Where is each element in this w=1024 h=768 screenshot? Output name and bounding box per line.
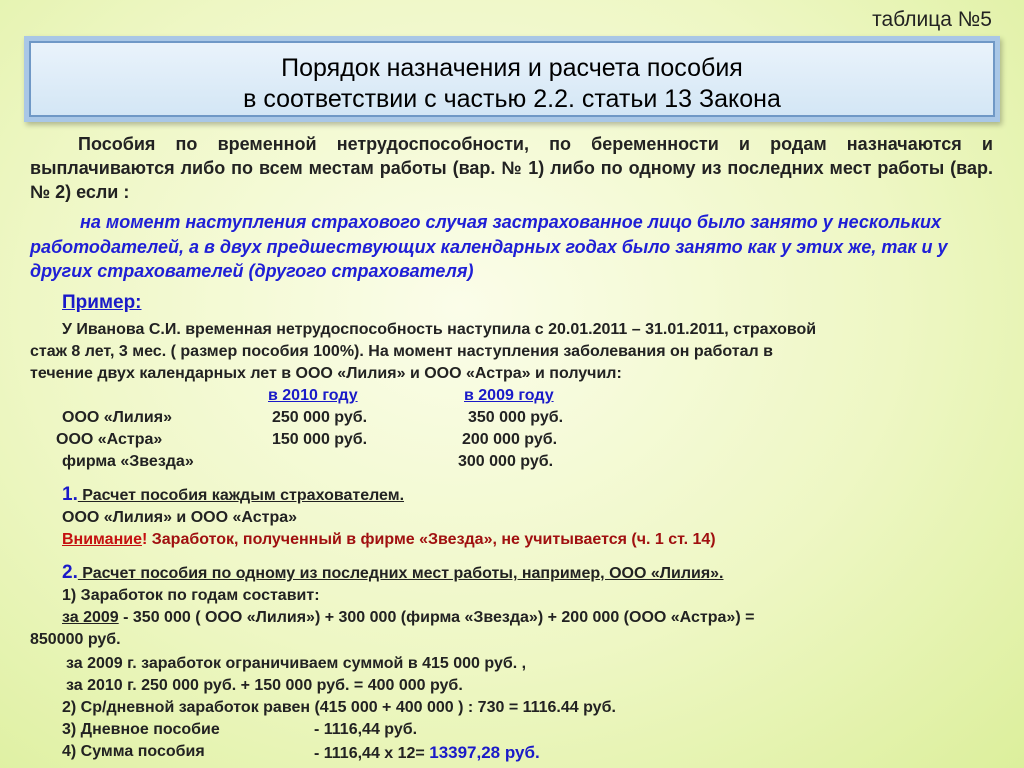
title-line-2: в соответствии с частью 2.2. статьи 13 З… [243, 85, 781, 113]
step1-heading: 1. Расчет пособия каждым страхователем. [62, 484, 404, 506]
condition-paragraph: на момент наступления страхового случая … [30, 210, 993, 284]
column-2010: в 2010 году [268, 387, 358, 404]
example-line-3: течение двух календарных лет в ООО «Лили… [30, 365, 622, 382]
intro-text: Пособия по временной нетрудоспособности,… [30, 134, 993, 202]
step2-line-8b: - 1116,44 х 12= [314, 745, 425, 762]
step2-heading: 2. Расчет пособия по одному из последних… [62, 562, 724, 584]
row-liliya-2010: 250 000 руб. [272, 409, 368, 426]
step2-line-2-text: - 350 000 ( ООО «Лилия») + 300 000 (фирм… [118, 609, 755, 626]
step2-number: 2. [62, 562, 78, 583]
example-heading: Пример: [62, 292, 142, 313]
attention-line: Внимание! Заработок, полученный в фирме … [62, 531, 716, 549]
row-astra-2009: 200 000 руб. [462, 431, 558, 448]
step1-heading-text: Расчет пособия каждым страхователем. [77, 487, 405, 504]
attention-word: Внимание [62, 531, 142, 548]
example-line-1: У Иванова С.И. временная нетрудоспособно… [62, 321, 817, 338]
intro-paragraph: Пособия по временной нетрудоспособности,… [30, 132, 993, 204]
example-line-2: стаж 8 лет, 3 мес. ( размер пособия 100%… [30, 343, 773, 360]
row-zvezda-2009: 300 000 руб. [458, 453, 554, 470]
step2-line-2-year: за 2009 [62, 609, 119, 626]
row-liliya-2009: 350 000 руб. [468, 409, 564, 426]
row-astra-2010: 150 000 руб. [272, 431, 368, 448]
step2-line-8a: 4) Сумма пособия [62, 743, 205, 760]
step1-number: 1. [62, 484, 78, 505]
step2-line-7b: - 1116,44 руб. [314, 721, 418, 738]
step2-line-5: за 2010 г. 250 000 руб. + 150 000 руб. =… [66, 677, 463, 694]
step1-line: ООО «Лилия» и ООО «Астра» [62, 509, 298, 526]
condition-text: на момент наступления страхового случая … [30, 212, 948, 281]
step2-line-8: - 1116,44 х 12= 13397,28 руб. [314, 743, 540, 763]
table-number: таблица №5 [872, 8, 992, 31]
total-benefit: 13397,28 руб. [429, 743, 540, 762]
step2-line-7a: 3) Дневное пособие [62, 721, 220, 738]
row-name-astra: ООО «Астра» [56, 431, 163, 448]
step2-heading-text: Расчет пособия по одному из последних ме… [77, 565, 724, 582]
step2-line-6: 2) Ср/дневной заработок равен (415 000 +… [62, 699, 616, 716]
step2-line-4: за 2009 г. заработок ограничиваем суммой… [66, 655, 527, 672]
step2-line-1: 1) Заработок по годам составит: [62, 587, 320, 604]
step2-line-3: 850000 руб. [30, 631, 121, 648]
row-name-liliya: ООО «Лилия» [62, 409, 172, 426]
attention-text: Заработок, полученный в фирме «Звезда», … [147, 531, 716, 548]
title-line-1: Порядок назначения и расчета пособия [281, 54, 743, 82]
column-2009: в 2009 году [464, 387, 554, 404]
row-name-zvezda: фирма «Звезда» [62, 453, 194, 470]
step2-line-2: за 2009 - 350 000 ( ООО «Лилия») + 300 0… [62, 609, 754, 627]
